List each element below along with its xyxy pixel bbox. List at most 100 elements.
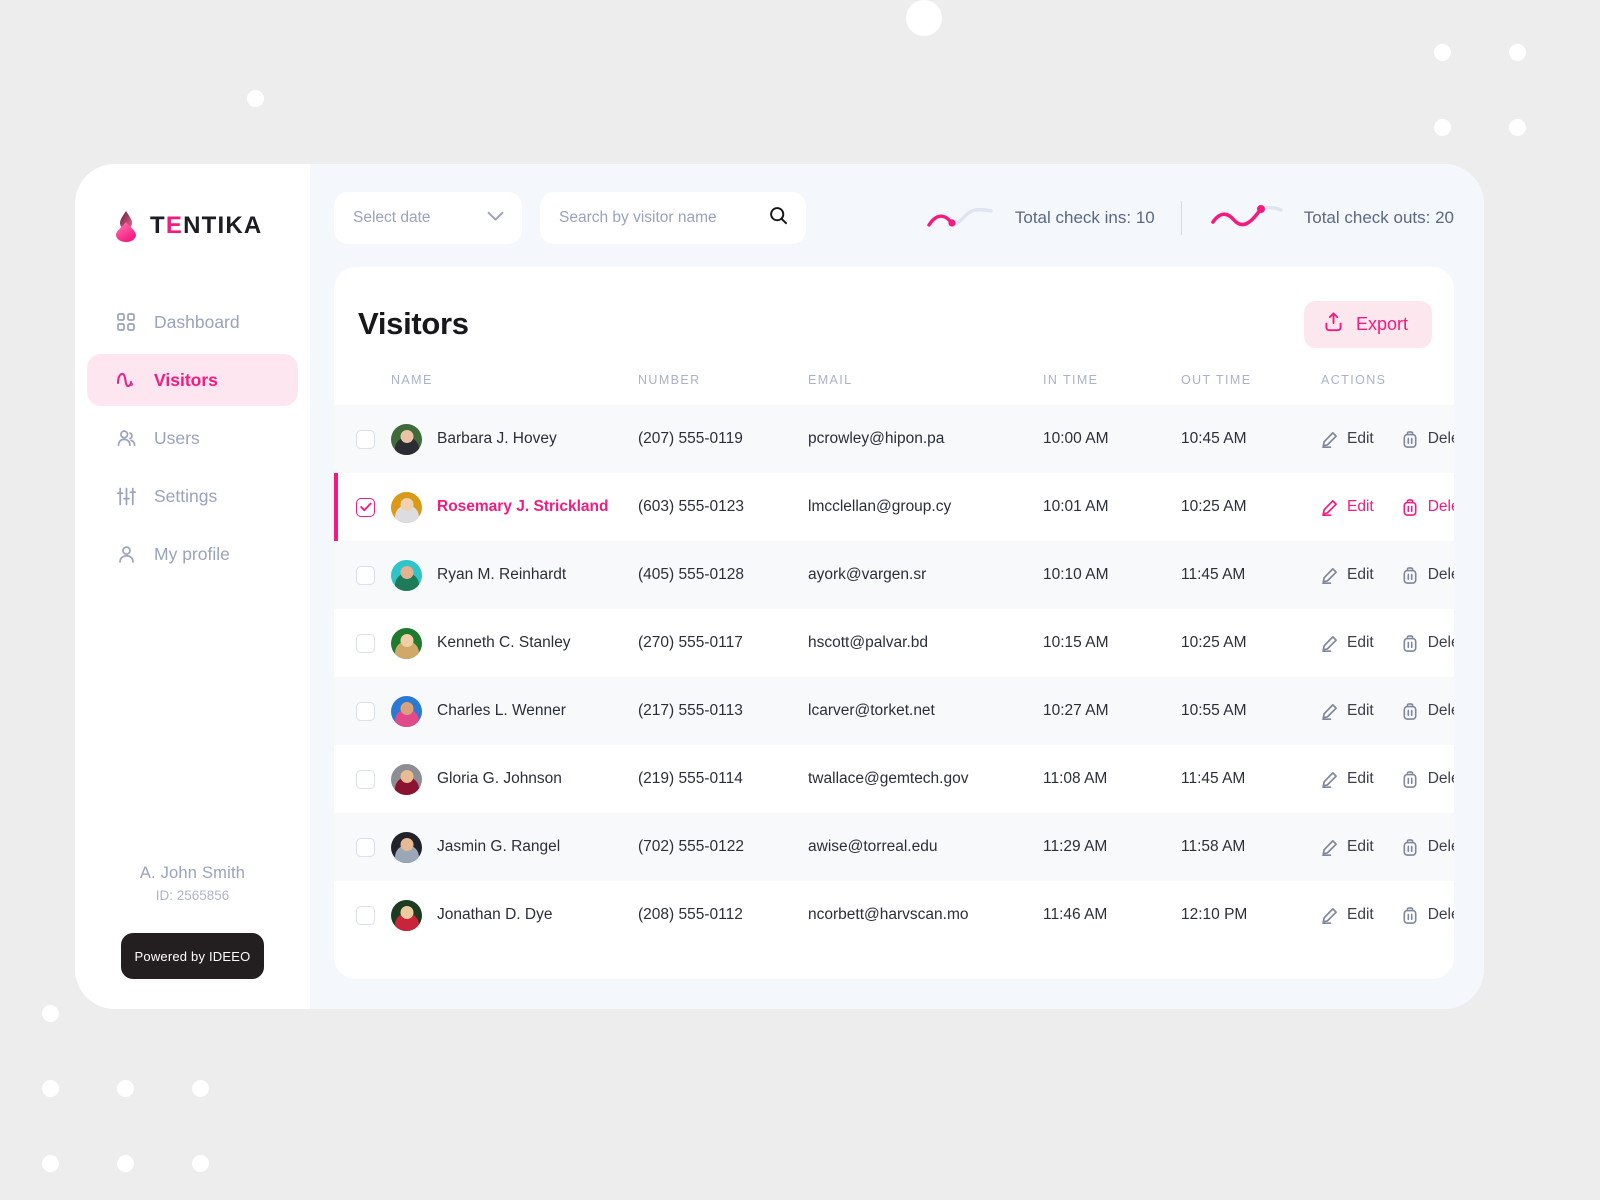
row-out-time-cell: 11:45 AM xyxy=(1181,745,1321,813)
delete-button[interactable]: Delete xyxy=(1402,906,1454,924)
sidebar-item-dashboard[interactable]: Dashboard xyxy=(87,296,298,348)
row-email-cell: lmcclellan@group.cy xyxy=(808,473,1043,541)
row-actions-cell: Edit Delete xyxy=(1321,541,1454,609)
pencil-icon xyxy=(1321,771,1338,788)
visitor-email: pcrowley@hipon.pa xyxy=(808,430,945,447)
visitor-name: Jasmin G. Rangel xyxy=(437,838,561,855)
delete-button[interactable]: Delete xyxy=(1402,430,1454,448)
sidebar-item-users[interactable]: Users xyxy=(87,412,298,464)
avatar xyxy=(391,423,422,455)
edit-button[interactable]: Edit xyxy=(1321,702,1374,720)
table-row[interactable]: Charles L. Wenner (217) 555-0113 lcarver… xyxy=(334,677,1454,745)
edit-button-label: Edit xyxy=(1347,498,1374,515)
row-email-cell: pcrowley@hipon.pa xyxy=(808,405,1043,473)
date-select-label: Select date xyxy=(353,209,431,226)
row-out-time-cell: 10:25 AM xyxy=(1181,609,1321,677)
visitor-number: (207) 555-0119 xyxy=(638,430,743,447)
edit-button[interactable]: Edit xyxy=(1321,430,1374,448)
decor-dot xyxy=(247,90,264,107)
row-name-cell: Barbara J. Hovey xyxy=(391,405,638,473)
grid-icon xyxy=(115,311,137,333)
edit-button[interactable]: Edit xyxy=(1321,498,1374,516)
decor-dot xyxy=(117,1080,134,1097)
sidebar-item-settings[interactable]: Settings xyxy=(87,470,298,522)
edit-button[interactable]: Edit xyxy=(1321,566,1374,584)
row-checkbox[interactable] xyxy=(356,905,375,925)
visitor-name: Rosemary J. Strickland xyxy=(437,498,609,515)
search-icon[interactable] xyxy=(769,206,788,230)
visitor-out-time: 10:25 AM xyxy=(1181,498,1247,515)
visitor-name: Gloria G. Johnson xyxy=(437,770,562,787)
visitor-out-time: 10:45 AM xyxy=(1181,430,1247,447)
visitor-in-time: 11:08 AM xyxy=(1043,770,1108,787)
stat-check-ins-label: Total check ins: 10 xyxy=(1014,208,1155,227)
edit-button-label: Edit xyxy=(1347,702,1374,719)
row-number-cell: (603) 555-0123 xyxy=(638,473,808,541)
table-header-row: NAME NUMBER EMAIL IN TIME OUT TIME ACTIO… xyxy=(334,351,1454,405)
sidebar-user-info: A. John Smith ID: 2565856 xyxy=(75,864,310,917)
visitor-number: (217) 555-0113 xyxy=(638,702,743,719)
visitor-name: Jonathan D. Dye xyxy=(437,906,553,923)
row-actions-cell: Edit Delete xyxy=(1321,881,1454,949)
table-row[interactable]: Jonathan D. Dye (208) 555-0112 ncorbett@… xyxy=(334,881,1454,949)
visitor-name: Charles L. Wenner xyxy=(437,702,566,719)
visitor-number: (405) 555-0128 xyxy=(638,566,744,583)
edit-button[interactable]: Edit xyxy=(1321,634,1374,652)
users-icon xyxy=(115,427,137,449)
delete-button[interactable]: Delete xyxy=(1402,498,1454,516)
delete-button-label: Delete xyxy=(1427,498,1454,515)
visitor-number: (603) 555-0123 xyxy=(638,498,744,515)
table-row[interactable]: Gloria G. Johnson (219) 555-0114 twallac… xyxy=(334,745,1454,813)
row-actions-cell: Edit Delete xyxy=(1321,745,1454,813)
row-select-cell xyxy=(334,541,391,609)
date-select[interactable]: Select date xyxy=(334,192,522,244)
delete-button[interactable]: Delete xyxy=(1402,566,1454,584)
table-row[interactable]: Rosemary J. Strickland (603) 555-0123 lm… xyxy=(334,473,1454,541)
row-checkbox[interactable] xyxy=(356,837,375,857)
row-name-cell: Charles L. Wenner xyxy=(391,677,638,745)
row-checkbox[interactable] xyxy=(356,429,375,449)
person-icon xyxy=(115,543,137,565)
decor-dot xyxy=(1509,119,1526,136)
row-checkbox[interactable] xyxy=(356,565,375,585)
sidebar-item-visitors[interactable]: Visitors xyxy=(87,354,298,406)
row-out-time-cell: 10:25 AM xyxy=(1181,473,1321,541)
edit-button[interactable]: Edit xyxy=(1321,838,1374,856)
app-logo[interactable]: TENTIKA xyxy=(75,206,310,246)
row-checkbox[interactable] xyxy=(356,701,375,721)
decor-dot xyxy=(42,1005,59,1022)
search-box[interactable] xyxy=(540,192,806,244)
row-email-cell: ncorbett@harvscan.mo xyxy=(808,881,1043,949)
row-number-cell: (270) 555-0117 xyxy=(638,609,808,677)
row-checkbox[interactable] xyxy=(356,633,375,653)
table-row[interactable]: Barbara J. Hovey (207) 555-0119 pcrowley… xyxy=(334,405,1454,473)
sidebar-item-my-profile[interactable]: My profile xyxy=(87,528,298,580)
delete-button-label: Delete xyxy=(1427,838,1454,855)
visitor-out-time: 11:45 AM xyxy=(1181,770,1246,787)
delete-button[interactable]: Delete xyxy=(1402,838,1454,856)
table-row[interactable]: Kenneth C. Stanley (270) 555-0117 hscott… xyxy=(334,609,1454,677)
edit-button[interactable]: Edit xyxy=(1321,906,1374,924)
page-title: Visitors xyxy=(358,306,469,341)
row-checkbox[interactable] xyxy=(356,769,375,789)
row-number-cell: (702) 555-0122 xyxy=(638,813,808,881)
app-window: TENTIKA Dashboard Visitors Users Setting… xyxy=(75,164,1484,1009)
delete-button[interactable]: Delete xyxy=(1402,702,1454,720)
delete-button-label: Delete xyxy=(1427,906,1454,923)
delete-button[interactable]: Delete xyxy=(1402,634,1454,652)
stat-check-outs-label: Total check outs: 20 xyxy=(1303,208,1454,227)
visitor-in-time: 10:01 AM xyxy=(1043,498,1109,515)
delete-button-label: Delete xyxy=(1427,430,1454,447)
edit-button[interactable]: Edit xyxy=(1321,770,1374,788)
row-checkbox[interactable] xyxy=(356,497,375,517)
export-button[interactable]: Export xyxy=(1303,300,1432,348)
edit-button-label: Edit xyxy=(1347,566,1374,583)
table-row[interactable]: Jasmin G. Rangel (702) 555-0122 awise@to… xyxy=(334,813,1454,881)
pencil-icon xyxy=(1321,907,1338,924)
avatar xyxy=(391,627,422,659)
table-row[interactable]: Ryan M. Reinhardt (405) 555-0128 ayork@v… xyxy=(334,541,1454,609)
search-input[interactable] xyxy=(559,209,749,227)
delete-button[interactable]: Delete xyxy=(1402,770,1454,788)
delete-button-label: Delete xyxy=(1427,634,1454,651)
row-email-cell: awise@torreal.edu xyxy=(808,813,1043,881)
